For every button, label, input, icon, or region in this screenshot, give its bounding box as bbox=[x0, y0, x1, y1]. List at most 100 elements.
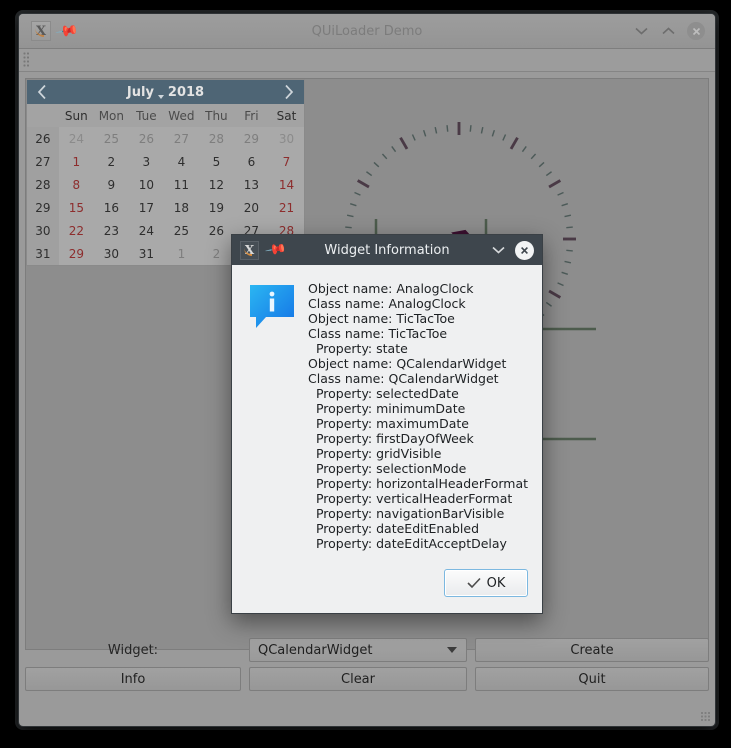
close-circle-icon bbox=[519, 245, 530, 256]
window-title: QUiLoader Demo bbox=[19, 24, 715, 39]
dialog-text-line: Property: gridVisible bbox=[308, 446, 528, 461]
calendar-week-number: 26 bbox=[27, 127, 59, 150]
calendar-day-cell[interactable]: 24 bbox=[129, 219, 164, 242]
calendar-day-cell[interactable]: 28 bbox=[199, 127, 234, 150]
qt-logo-icon[interactable]: X bbox=[31, 21, 51, 41]
quit-button[interactable]: Quit bbox=[475, 667, 709, 691]
calendar-day-cell[interactable]: 2 bbox=[94, 150, 129, 173]
calendar-month-year: July 2018 bbox=[127, 85, 204, 100]
clear-button[interactable]: Clear bbox=[249, 667, 467, 691]
calendar-day-cell[interactable]: 19 bbox=[199, 196, 234, 219]
calendar-day-cell[interactable]: 23 bbox=[94, 219, 129, 242]
resize-grip-icon[interactable] bbox=[701, 712, 711, 722]
calendar-day-cell[interactable]: 11 bbox=[164, 173, 199, 196]
chevron-down-icon bbox=[635, 27, 648, 35]
pin-icon[interactable]: 📌 bbox=[56, 20, 78, 42]
info-button[interactable]: Info bbox=[25, 667, 241, 691]
calendar-header-row: SunMonTueWedThuFriSat bbox=[27, 104, 304, 127]
calendar-day-cell[interactable]: 14 bbox=[269, 173, 304, 196]
calendar-day-cell[interactable]: 29 bbox=[234, 127, 269, 150]
dialog-text-line: Property: verticalHeaderFormat bbox=[308, 491, 528, 506]
calendar-day-cell[interactable]: 18 bbox=[164, 196, 199, 219]
dialog-text-line: Object name: QCalendarWidget bbox=[308, 356, 528, 371]
qt-logo-icon[interactable]: X bbox=[240, 241, 259, 260]
calendar-week-row: 2915161718192021 bbox=[27, 196, 304, 219]
dialog-text-line: Property: horizontalHeaderFormat bbox=[308, 476, 528, 491]
dialog-text-line: Object name: AnalogClock bbox=[308, 281, 528, 296]
calendar-day-cell[interactable]: 22 bbox=[59, 219, 94, 242]
ok-button[interactable]: OK bbox=[444, 569, 528, 597]
calendar-month-button[interactable]: July bbox=[127, 85, 154, 100]
dialog-text-line: Object name: TicTacToe bbox=[308, 311, 528, 326]
maximize-button[interactable] bbox=[660, 23, 676, 39]
calendar-day-cell[interactable]: 29 bbox=[59, 242, 94, 265]
calendar-year-label[interactable]: 2018 bbox=[168, 85, 204, 100]
dialog-text-line: Property: firstDayOfWeek bbox=[308, 431, 528, 446]
calendar-day-cell[interactable]: 26 bbox=[199, 219, 234, 242]
calendar-day-cell[interactable]: 3 bbox=[129, 150, 164, 173]
pin-icon[interactable]: 📌 bbox=[264, 238, 287, 261]
chevron-left-icon bbox=[37, 84, 47, 100]
calendar-day-cell[interactable]: 10 bbox=[129, 173, 164, 196]
widget-select[interactable]: QCalendarWidget bbox=[249, 638, 467, 662]
calendar-week-number: 28 bbox=[27, 173, 59, 196]
ok-button-label: OK bbox=[487, 576, 506, 591]
calendar-day-cell[interactable]: 2 bbox=[199, 242, 234, 265]
titlebar-left-group: X 📌 bbox=[25, 21, 75, 41]
controls-row-2: Info Clear Quit bbox=[25, 667, 709, 691]
calendar-weeknumber-corner bbox=[27, 104, 59, 127]
dialog-close-button[interactable] bbox=[515, 241, 534, 260]
dialog-text-line: Class name: AnalogClock bbox=[308, 296, 528, 311]
calendar-day-cell[interactable]: 12 bbox=[199, 173, 234, 196]
calendar-day-cell[interactable]: 13 bbox=[234, 173, 269, 196]
widget-label: Widget: bbox=[25, 643, 241, 658]
dialog-minimize-button[interactable] bbox=[492, 243, 505, 258]
calendar-day-cell[interactable]: 4 bbox=[164, 150, 199, 173]
calendar-day-cell[interactable]: 8 bbox=[59, 173, 94, 196]
calendar-day-cell[interactable]: 1 bbox=[59, 150, 94, 173]
calendar-day-cell[interactable]: 25 bbox=[164, 219, 199, 242]
calendar-day-cell[interactable]: 7 bbox=[269, 150, 304, 173]
drag-handle-icon[interactable] bbox=[23, 52, 30, 68]
calendar-week-row: 271234567 bbox=[27, 150, 304, 173]
calendar-day-cell[interactable]: 20 bbox=[234, 196, 269, 219]
central-widget-area: July 2018 SunMonT bbox=[25, 78, 709, 650]
dialog-text-line: Property: dateEditEnabled bbox=[308, 521, 528, 536]
calendar-week-row: 2624252627282930 bbox=[27, 127, 304, 150]
calendar-prev-month-button[interactable] bbox=[29, 80, 55, 104]
calendar-week-number: 27 bbox=[27, 150, 59, 173]
calendar-next-month-button[interactable] bbox=[276, 80, 302, 104]
calendar-dow-fri: Fri bbox=[234, 104, 269, 127]
calendar-day-cell[interactable]: 21 bbox=[269, 196, 304, 219]
dialog-text-line: Property: selectedDate bbox=[308, 386, 528, 401]
chevron-up-icon bbox=[662, 27, 675, 35]
dialog-titlebar[interactable]: X 📌 Widget Information bbox=[232, 235, 542, 265]
calendar-dow-wed: Wed bbox=[164, 104, 199, 127]
calendar-day-cell[interactable]: 24 bbox=[59, 127, 94, 150]
calendar-day-cell[interactable]: 9 bbox=[94, 173, 129, 196]
controls-row-1: Widget: QCalendarWidget Create bbox=[25, 638, 709, 662]
calendar-week-number: 29 bbox=[27, 196, 59, 219]
calendar-day-cell[interactable]: 16 bbox=[94, 196, 129, 219]
calendar-day-cell[interactable]: 30 bbox=[94, 242, 129, 265]
titlebar-buttons bbox=[633, 22, 709, 40]
calendar-day-cell[interactable]: 27 bbox=[164, 127, 199, 150]
calendar-day-cell[interactable]: 30 bbox=[269, 127, 304, 150]
calendar-day-cell[interactable]: 17 bbox=[129, 196, 164, 219]
calendar-day-cell[interactable]: 26 bbox=[129, 127, 164, 150]
create-button[interactable]: Create bbox=[475, 638, 709, 662]
calendar-day-cell[interactable]: 15 bbox=[59, 196, 94, 219]
desktop-background: X 📌 QUiLoader Demo bbox=[0, 0, 731, 748]
calendar-day-cell[interactable]: 25 bbox=[94, 127, 129, 150]
dialog-text-line: Property: navigationBarVisible bbox=[308, 506, 528, 521]
calendar-day-cell[interactable]: 5 bbox=[199, 150, 234, 173]
minimize-button[interactable] bbox=[633, 23, 649, 39]
caret-down-icon bbox=[158, 95, 164, 99]
window-titlebar[interactable]: X 📌 QUiLoader Demo bbox=[19, 14, 715, 49]
close-button[interactable] bbox=[687, 22, 705, 40]
check-icon bbox=[467, 577, 481, 589]
calendar-day-cell[interactable]: 1 bbox=[164, 242, 199, 265]
calendar-day-cell[interactable]: 31 bbox=[129, 242, 164, 265]
calendar-day-cell[interactable]: 6 bbox=[234, 150, 269, 173]
widget-information-dialog: X 📌 Widget Information bbox=[231, 234, 543, 614]
